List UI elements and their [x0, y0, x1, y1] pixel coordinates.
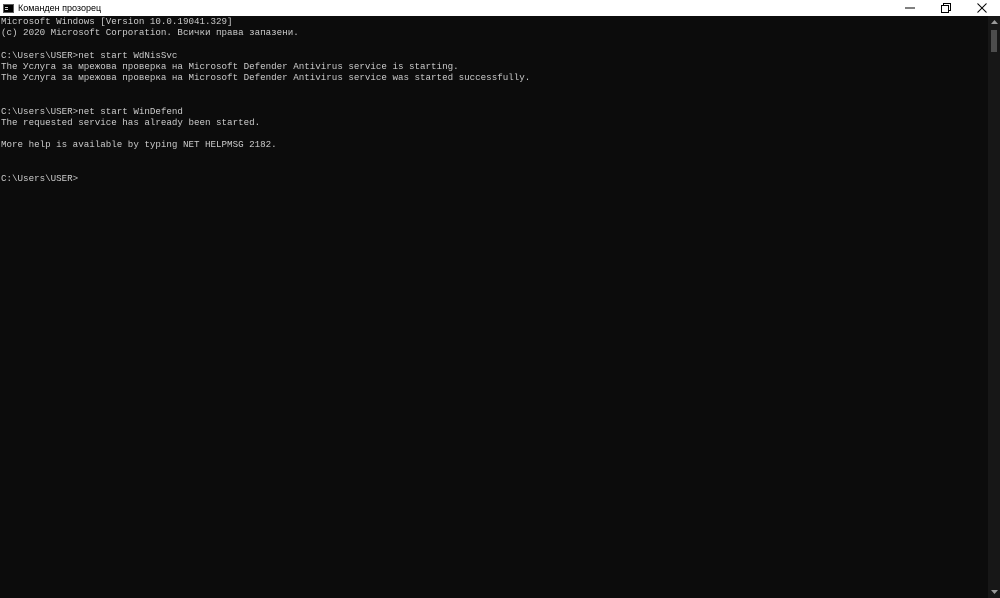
console-line: The Услуга за мрежова проверка на Micros…	[1, 60, 459, 72]
minimize-icon	[905, 7, 915, 9]
chevron-down-icon	[990, 590, 998, 594]
console-line: C:\Users\USER>net start WdNisSvc	[1, 49, 178, 61]
window-controls	[892, 0, 1000, 16]
scroll-up-button[interactable]	[988, 16, 1000, 28]
cmd-icon[interactable]	[3, 3, 14, 13]
console-line: Microsoft Windows [Version 10.0.19041.32…	[1, 16, 233, 27]
console-line: C:\Users\USER>net start WinDefend	[1, 105, 183, 117]
restore-icon	[941, 3, 951, 13]
scroll-down-button[interactable]	[988, 586, 1000, 598]
console-prompt-line[interactable]: C:\Users\USER>	[0, 173, 988, 184]
console-line: More help is available by typing NET HEL…	[1, 139, 277, 151]
window-title: Команден прозорец	[18, 3, 102, 13]
title-bar[interactable]: Команден прозорец	[0, 0, 1000, 16]
close-icon	[977, 3, 987, 13]
minimize-button[interactable]	[892, 0, 928, 16]
scroll-thumb[interactable]	[991, 30, 997, 52]
vertical-scrollbar[interactable]	[988, 16, 1000, 598]
console-line: The requested service has already been s…	[1, 116, 261, 128]
restore-button[interactable]	[928, 0, 964, 16]
console-line: The Услуга за мрежова проверка на Micros…	[1, 71, 531, 83]
command-prompt-window: Команден прозорец Microsoft Windows [Ver…	[0, 0, 1000, 598]
close-button[interactable]	[964, 0, 1000, 16]
console-line: (c) 2020 Microsoft Corporation. Всички п…	[1, 27, 299, 39]
console-output[interactable]: Microsoft Windows [Version 10.0.19041.32…	[0, 16, 988, 598]
chevron-up-icon	[990, 20, 998, 24]
